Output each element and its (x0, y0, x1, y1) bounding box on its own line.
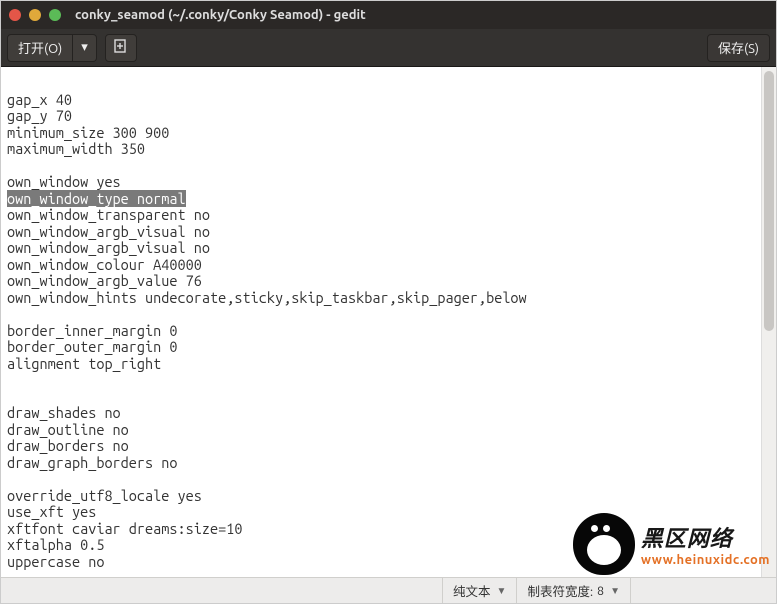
chevron-down-icon: ▼ (497, 585, 507, 597)
new-tab-icon (114, 39, 128, 56)
tabwidth-selector[interactable]: 制表符宽度: 8 ▼ (516, 578, 630, 603)
window-controls (9, 9, 61, 21)
save-button-label: 保存(S) (718, 38, 759, 57)
open-button[interactable]: 打开(O) (7, 34, 73, 62)
titlebar[interactable]: conky_seamod (~/.conky/Conky Seamod) - g… (1, 1, 776, 29)
minimize-icon[interactable] (29, 9, 41, 21)
chevron-down-icon: ▾ (81, 40, 88, 55)
toolbar: 打开(O) ▾ 保存(S) (1, 29, 776, 67)
syntax-selector[interactable]: 纯文本 ▼ (442, 578, 516, 603)
statusbar-spacer (630, 578, 770, 603)
open-button-group: 打开(O) ▾ (7, 34, 97, 62)
window-title: conky_seamod (~/.conky/Conky Seamod) - g… (75, 8, 366, 22)
syntax-label: 纯文本 (453, 581, 491, 600)
vertical-scrollbar[interactable] (761, 67, 776, 577)
text-editor[interactable]: gap_x 40 gap_y 70 minimum_size 300 900 m… (1, 67, 761, 577)
open-button-label: 打开(O) (18, 38, 62, 57)
editor-area: gap_x 40 gap_y 70 minimum_size 300 900 m… (1, 67, 776, 577)
open-dropdown-button[interactable]: ▾ (73, 34, 97, 62)
maximize-icon[interactable] (49, 9, 61, 21)
statusbar: 纯文本 ▼ 制表符宽度: 8 ▼ (1, 577, 776, 603)
tabwidth-prefix: 制表符宽度: (527, 581, 593, 600)
selected-text: own_window_type normal (7, 190, 186, 207)
chevron-down-icon: ▼ (610, 585, 620, 597)
tabwidth-value: 8 (597, 584, 604, 598)
close-icon[interactable] (9, 9, 21, 21)
new-tab-button[interactable] (105, 34, 137, 62)
save-button[interactable]: 保存(S) (707, 34, 770, 62)
scrollbar-thumb[interactable] (764, 71, 774, 331)
